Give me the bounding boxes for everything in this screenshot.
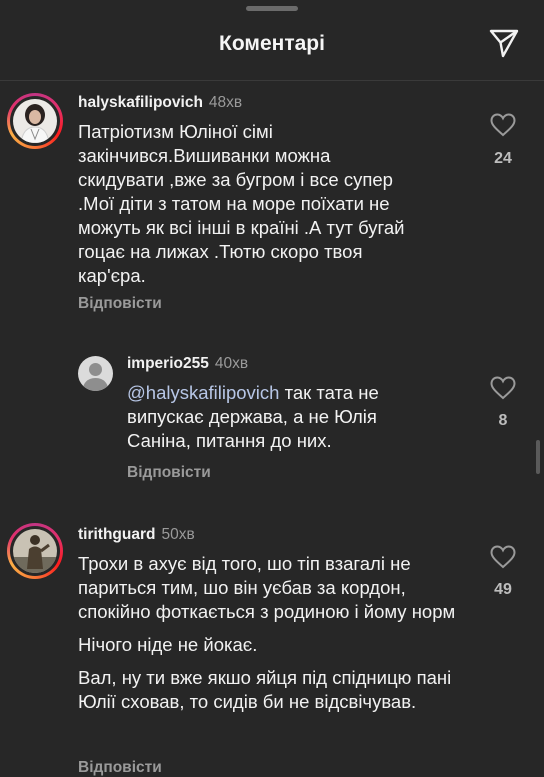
heart-icon[interactable] — [490, 113, 516, 137]
heart-icon[interactable] — [490, 376, 516, 400]
reply-button[interactable]: Відповісти — [127, 464, 211, 482]
like-count: 8 — [498, 412, 508, 429]
heart-icon[interactable] — [490, 545, 516, 569]
comment-paragraph: Вал, ну ти вже якшо яйця під спідницю па… — [78, 667, 452, 712]
reply-button[interactable]: Відповісти — [78, 759, 162, 777]
scrollbar[interactable] — [536, 440, 540, 474]
comment-time: 50хв — [161, 526, 195, 543]
page-title: Коментарі — [219, 32, 325, 55]
comments-header: Коментарі — [0, 0, 544, 81]
mention-link[interactable]: @halyskafilipovich — [127, 382, 279, 403]
send-icon[interactable] — [488, 27, 520, 59]
like-count: 49 — [494, 581, 512, 598]
avatar[interactable] — [13, 99, 57, 143]
like-count: 24 — [494, 150, 512, 167]
comment-username[interactable]: halyskafilipovich — [78, 94, 203, 111]
reply-button[interactable]: Відповісти — [78, 295, 162, 313]
comment-username[interactable]: imperio255 — [127, 355, 209, 372]
avatar[interactable] — [78, 356, 113, 391]
comment-paragraph: Патріотизм Юліної сімі закінчився.Вишива… — [78, 121, 405, 286]
comment-paragraph: Трохи в ахує від того, шо тіп взагалі не… — [78, 553, 456, 622]
comment-time: 40хв — [214, 355, 249, 372]
comment-text: @halyskafilipovich так тата не випускає … — [127, 381, 427, 462]
comment-paragraph: Нічого ніде не йокає. — [78, 634, 258, 655]
avatar[interactable] — [13, 529, 57, 573]
comment-username[interactable]: tirithguard — [78, 526, 156, 543]
comment-time: 48хв — [208, 94, 243, 111]
comment-text: Патріотизм Юліної сімі закінчився.Вишива… — [78, 120, 408, 297]
comment-text: Трохи в ахує від того, шо тіп взагалі не… — [78, 552, 468, 723]
